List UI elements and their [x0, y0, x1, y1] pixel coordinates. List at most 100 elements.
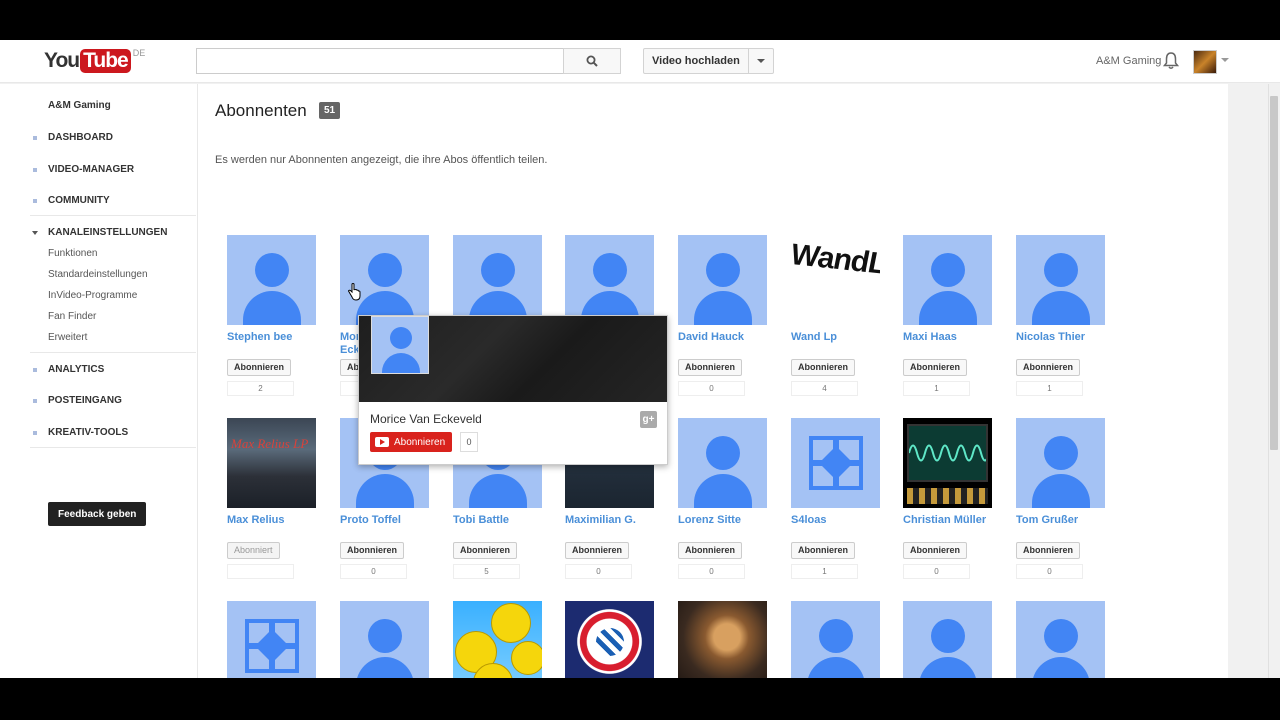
subscriber-avatar[interactable] [678, 235, 767, 325]
sidebar-item-analytics[interactable]: ANALYTICS [48, 364, 104, 375]
sidebar-item-kreativ-tools[interactable]: KREATIV-TOOLS [48, 427, 128, 438]
page-title: Abonnenten [215, 101, 307, 120]
subscriber-count-badge: 51 [319, 102, 341, 119]
subscribe-button[interactable]: Abonniert [227, 542, 280, 559]
subscribe-button[interactable]: Abonnieren [227, 359, 292, 376]
subscriber-count: 1 [903, 381, 970, 396]
subscriber-name[interactable]: Proto Toffel [340, 514, 430, 540]
upload-button-group: Video hochladen [643, 48, 774, 74]
hovercard-avatar[interactable] [371, 316, 429, 374]
subscriber-avatar[interactable] [903, 601, 992, 678]
bullet-icon [33, 168, 37, 172]
subscriber-name[interactable]: David Hauck [678, 331, 768, 357]
upload-button[interactable]: Video hochladen [644, 49, 749, 73]
sidebar-item-kanaleinstellungen[interactable]: KANALEINSTELLUNGEN [48, 227, 167, 238]
subscribe-button[interactable]: Abonnieren [1016, 359, 1081, 376]
subscriber-avatar[interactable] [791, 418, 880, 508]
subscriber-avatar[interactable] [453, 601, 542, 678]
sidebar: A&M Gaming DASHBOARD VIDEO-MANAGER COMMU… [0, 84, 198, 678]
subscribe-button[interactable]: Abonnieren [903, 542, 968, 559]
subscribe-button[interactable]: Abonnieren [340, 542, 405, 559]
subscriber-card: Christian Müller Abonnieren 0 [903, 418, 993, 579]
sidebar-item-video-manager[interactable]: VIDEO-MANAGER [48, 164, 134, 175]
sidebar-subitem-standardeinstellungen[interactable]: Standardeinstellungen [48, 269, 148, 280]
subscriber-avatar[interactable] [1016, 418, 1105, 508]
avatar[interactable] [1193, 50, 1217, 74]
subscriber-card: Noah Perner [565, 601, 655, 678]
subscriber-avatar[interactable] [1016, 235, 1105, 325]
subscriber-avatar[interactable] [453, 235, 542, 325]
bullet-icon [33, 199, 37, 203]
hovercard-subscribe-button[interactable]: Abonnieren [370, 432, 453, 452]
subscriber-name[interactable]: Lorenz Sitte [678, 514, 768, 540]
subscriber-card: foxtrot NicHt dU [903, 601, 993, 678]
subscriber-card: Tom Grußer Abonnieren 0 [1016, 418, 1106, 579]
account-name[interactable]: A&M Gaming [1096, 55, 1161, 67]
subscriber-count: 5 [453, 564, 520, 579]
sidebar-channel-name[interactable]: A&M Gaming [48, 100, 111, 111]
subscriber-avatar[interactable] [340, 235, 429, 325]
youtube-icon [375, 437, 389, 447]
subscriber-avatar[interactable] [903, 418, 992, 508]
subscriber-avatar[interactable] [678, 601, 767, 678]
subscriber-avatar[interactable]: Max Relius LP [227, 418, 316, 508]
subscribe-button[interactable]: Abonnieren [791, 359, 856, 376]
subscriber-name[interactable]: S4loas [791, 514, 881, 540]
subscriber-avatar[interactable] [565, 601, 654, 678]
subscriber-avatar[interactable] [227, 235, 316, 325]
subscribe-button[interactable]: Abonnieren [903, 359, 968, 376]
hovercard-name[interactable]: Morice Van Eckeveld [370, 412, 482, 426]
youtube-logo[interactable]: You Tube DE [44, 48, 145, 73]
sidebar-item-community[interactable]: COMMUNITY [48, 195, 110, 206]
subscriber-count [227, 564, 294, 579]
subscriber-name[interactable]: Stephen bee [227, 331, 317, 357]
subscriber-avatar[interactable] [678, 418, 767, 508]
feedback-button[interactable]: Feedback geben [48, 502, 147, 526]
subscriber-count: 0 [565, 564, 632, 579]
subscriber-name[interactable]: Tobi Battle [453, 514, 543, 540]
subscriber-card: Nicolas Thier Abonnieren 1 [1016, 235, 1106, 396]
subscriber-count: 2 [227, 381, 294, 396]
subscribe-button[interactable]: Abonnieren [565, 542, 630, 559]
subscribe-button[interactable]: Abonnieren [1016, 542, 1081, 559]
chevron-down-icon[interactable] [1221, 58, 1229, 62]
sidebar-subitem-erweitert[interactable]: Erweitert [48, 332, 87, 343]
subscriber-name[interactable]: Maxi Haas [903, 331, 993, 357]
bullet-icon [33, 368, 37, 372]
scrollbar-thumb[interactable] [1270, 96, 1278, 450]
subscriber-avatar[interactable]: WandL [791, 235, 880, 325]
avatar-wordmark: WandL [791, 238, 880, 281]
subscribe-button[interactable]: Abonnieren [678, 359, 743, 376]
subscriber-avatar[interactable] [340, 601, 429, 678]
subscribe-button[interactable]: Abonnieren [453, 542, 518, 559]
sidebar-subitem-invideo[interactable]: InVideo-Programme [48, 290, 137, 301]
subscriber-name[interactable]: Wand Lp [791, 331, 881, 357]
search-button[interactable] [563, 48, 621, 74]
search-input[interactable] [196, 48, 564, 74]
notice-text: Es werden nur Abonnenten angezeigt, die … [215, 154, 548, 166]
subscriber-name[interactable]: Nicolas Thier [1016, 331, 1106, 357]
subscriber-card: TheStiffler012 [791, 601, 881, 678]
subscriber-avatar[interactable] [565, 235, 654, 325]
sidebar-subitem-funktionen[interactable]: Funktionen [48, 248, 97, 259]
subscriber-avatar[interactable] [791, 601, 880, 678]
subscriber-avatar[interactable] [227, 601, 316, 678]
subscribe-button[interactable]: Abonnieren [678, 542, 743, 559]
subscriber-name[interactable]: Christian Müller [903, 514, 993, 540]
subscribe-button[interactable]: Abonnieren [791, 542, 856, 559]
subscriber-name[interactable]: Tom Grußer [1016, 514, 1106, 540]
subscriber-card: Florian Kollarczyk [1016, 601, 1106, 678]
google-plus-icon[interactable]: g+ [640, 411, 657, 428]
subscriber-name[interactable]: Maximilian G. [565, 514, 655, 540]
top-bar: You Tube DE Video hochladen A&M Gaming [0, 40, 1280, 83]
sidebar-item-dashboard[interactable]: DASHBOARD [48, 132, 113, 143]
subscriber-avatar[interactable] [903, 235, 992, 325]
upload-dropdown[interactable] [749, 49, 773, 73]
subscriber-name[interactable]: Max Relius [227, 514, 317, 540]
subscriber-avatar[interactable] [1016, 601, 1105, 678]
subscriber-count: 0 [678, 381, 745, 396]
sidebar-item-posteingang[interactable]: POSTEINGANG [48, 395, 122, 406]
sidebar-subitem-fan-finder[interactable]: Fan Finder [48, 311, 96, 322]
subscriber-card [453, 235, 543, 325]
bell-icon[interactable] [1163, 52, 1179, 70]
